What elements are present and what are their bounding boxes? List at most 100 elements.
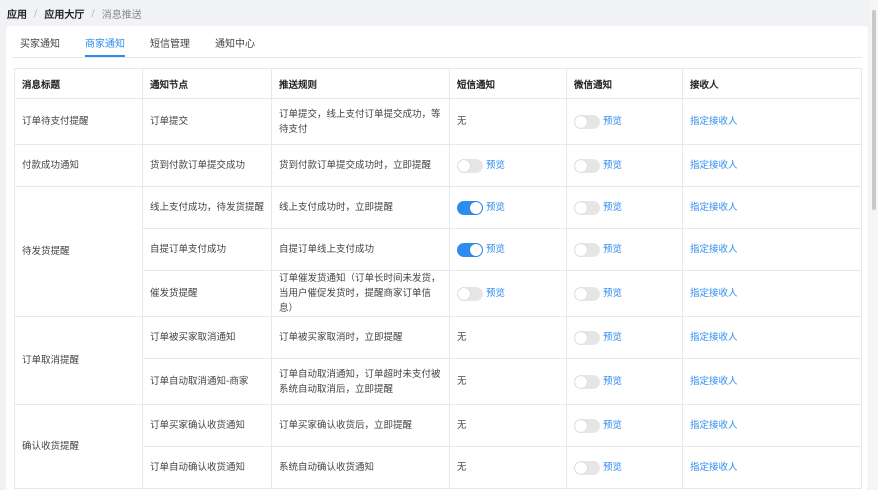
cell-push-rule: 订单自动取消通知，订单超时未支付被系统自动取消后，立即提醒 bbox=[271, 358, 450, 405]
wechat-toggle[interactable] bbox=[574, 418, 600, 433]
tab-notification-center[interactable]: 通知中心 bbox=[215, 35, 255, 57]
cell-push-rule: 自提订单线上支付成功 bbox=[271, 228, 450, 271]
wechat-preview-link[interactable]: 预览 bbox=[603, 332, 622, 343]
cell-notify-node: 订单提交 bbox=[142, 98, 272, 145]
table-row: 订单取消提醒 订单被买家取消通知 订单被买家取消时，立即提醒无预览 指定接收人 bbox=[14, 316, 862, 405]
cell-sms-notice: 无 bbox=[449, 98, 567, 145]
wechat-preview-link[interactable]: 预览 bbox=[603, 116, 622, 127]
sms-unavailable-label: 无 bbox=[457, 332, 467, 343]
tab-sms-management[interactable]: 短信管理 bbox=[150, 35, 190, 57]
cell-wechat-notice: 预览 bbox=[566, 446, 683, 489]
wechat-toggle[interactable] bbox=[574, 460, 600, 475]
wechat-preview-link[interactable]: 预览 bbox=[603, 160, 622, 171]
wechat-preview-link[interactable]: 预览 bbox=[603, 202, 622, 213]
sms-preview-link[interactable]: 预览 bbox=[486, 202, 505, 213]
main-panel: 买家通知 商家通知 短信管理 通知中心 消息标题 通知节点 推送规则 短信通知 … bbox=[6, 26, 868, 490]
table-row: 订单待支付提醒 订单提交 订单提交，线上支付订单提交成功，等待支付无 预览 指定接收人 bbox=[14, 98, 862, 145]
table-body: 订单待支付提醒 订单提交 订单提交，线上支付订单提交成功，等待支付无预览 指定接收人付… bbox=[14, 98, 862, 489]
table-row: 催发货提醒 订单催发货通知（订单长时间未发货，当用户催促发货时，提醒商家订单信息）… bbox=[15, 270, 862, 317]
breadcrumb-separator: / bbox=[34, 7, 38, 19]
cell-message-title: 确认收货提醒 bbox=[14, 404, 143, 489]
cell-notify-node: 订单买家确认收货通知 bbox=[142, 404, 272, 447]
wechat-toggle[interactable] bbox=[574, 286, 600, 301]
breadcrumb: 应用 / 应用大厅 / 消息推送 bbox=[0, 0, 878, 26]
cell-receiver: 指定接收人 bbox=[682, 144, 862, 187]
sms-preview-link[interactable]: 预览 bbox=[486, 160, 505, 171]
cell-wechat-notice: 预览 bbox=[566, 270, 683, 317]
assign-receiver-link[interactable]: 指定接收人 bbox=[690, 288, 738, 299]
wechat-toggle[interactable] bbox=[574, 114, 600, 129]
sms-unavailable-label: 无 bbox=[457, 376, 467, 387]
tab-bar: 买家通知 商家通知 短信管理 通知中心 bbox=[12, 26, 862, 58]
cell-receiver: 指定接收人 bbox=[682, 446, 862, 489]
sms-preview-link[interactable]: 预览 bbox=[486, 288, 505, 299]
cell-notify-node: 催发货提醒 bbox=[142, 270, 272, 317]
cell-receiver: 指定接收人 bbox=[682, 316, 862, 359]
cell-notify-node: 订单自动取消通知-商家 bbox=[142, 358, 272, 405]
cell-message-title: 订单取消提醒 bbox=[14, 316, 143, 405]
vertical-scrollbar[interactable] bbox=[870, 0, 878, 490]
cell-push-rule: 订单买家确认收货后，立即提醒 bbox=[271, 404, 450, 447]
cell-push-rule: 货到付款订单提交成功时，立即提醒 bbox=[271, 144, 450, 187]
header-push-rule: 推送规则 bbox=[271, 68, 450, 99]
assign-receiver-link[interactable]: 指定接收人 bbox=[690, 116, 738, 127]
tab-buyer-notice[interactable]: 买家通知 bbox=[20, 35, 60, 57]
sms-preview-link[interactable]: 预览 bbox=[486, 244, 505, 255]
cell-sms-notice: 无 bbox=[449, 358, 567, 405]
cell-push-rule: 线上支付成功时，立即提醒 bbox=[271, 186, 450, 229]
assign-receiver-link[interactable]: 指定接收人 bbox=[690, 332, 738, 343]
wechat-preview-link[interactable]: 预览 bbox=[603, 420, 622, 431]
tab-merchant-notice[interactable]: 商家通知 bbox=[85, 35, 125, 57]
assign-receiver-link[interactable]: 指定接收人 bbox=[690, 420, 738, 431]
wechat-toggle[interactable] bbox=[574, 242, 600, 257]
cell-sms-notice: 预览 bbox=[449, 144, 567, 187]
cell-message-title: 待发货提醒 bbox=[14, 186, 143, 317]
assign-receiver-link[interactable]: 指定接收人 bbox=[690, 244, 738, 255]
cell-sms-notice: 预览 bbox=[449, 228, 567, 271]
cell-sms-notice: 无 bbox=[449, 316, 567, 359]
cell-receiver: 指定接收人 bbox=[682, 358, 862, 405]
cell-push-rule: 订单催发货通知（订单长时间未发货，当用户催促发货时，提醒商家订单信息） bbox=[271, 270, 450, 317]
cell-push-rule: 订单提交，线上支付订单提交成功，等待支付 bbox=[271, 98, 450, 145]
cell-wechat-notice: 预览 bbox=[566, 144, 683, 187]
notification-table: 消息标题 通知节点 推送规则 短信通知 微信通知 接收人 订单待支付提醒 订单提交… bbox=[14, 68, 862, 489]
cell-receiver: 指定接收人 bbox=[682, 228, 862, 271]
wechat-preview-link[interactable]: 预览 bbox=[603, 462, 622, 473]
cell-receiver: 指定接收人 bbox=[682, 98, 862, 145]
cell-message-title: 订单待支付提醒 bbox=[14, 98, 143, 145]
sms-toggle[interactable] bbox=[457, 158, 483, 173]
cell-message-title: 付款成功通知 bbox=[14, 144, 143, 187]
assign-receiver-link[interactable]: 指定接收人 bbox=[690, 462, 738, 473]
cell-sms-notice: 无 bbox=[449, 446, 567, 489]
cell-notify-node: 订单自动确认收货通知 bbox=[142, 446, 272, 489]
cell-wechat-notice: 预览 bbox=[566, 358, 683, 405]
assign-receiver-link[interactable]: 指定接收人 bbox=[690, 376, 738, 387]
assign-receiver-link[interactable]: 指定接收人 bbox=[690, 160, 738, 171]
cell-sms-notice: 无 bbox=[449, 404, 567, 447]
table-header-row: 消息标题 通知节点 推送规则 短信通知 微信通知 接收人 bbox=[14, 68, 862, 99]
sms-toggle[interactable] bbox=[457, 242, 483, 257]
wechat-preview-link[interactable]: 预览 bbox=[603, 376, 622, 387]
cell-wechat-notice: 预览 bbox=[566, 228, 683, 271]
cell-notify-node: 线上支付成功，待发货提醒 bbox=[142, 186, 272, 229]
wechat-toggle[interactable] bbox=[574, 330, 600, 345]
wechat-toggle[interactable] bbox=[574, 374, 600, 389]
scrollbar-thumb[interactable] bbox=[872, 10, 876, 210]
wechat-toggle[interactable] bbox=[574, 158, 600, 173]
table-row: 自提订单支付成功 自提订单线上支付成功 预览 预览 指定接收人 bbox=[15, 228, 862, 271]
cell-wechat-notice: 预览 bbox=[566, 316, 683, 359]
cell-notify-node: 自提订单支付成功 bbox=[142, 228, 272, 271]
header-notify-node: 通知节点 bbox=[142, 68, 272, 99]
assign-receiver-link[interactable]: 指定接收人 bbox=[690, 202, 738, 213]
header-wechat-notice: 微信通知 bbox=[566, 68, 683, 99]
sms-toggle[interactable] bbox=[457, 286, 483, 301]
table-row: 订单自动取消通知-商家 订单自动取消通知，订单超时未支付被系统自动取消后，立即提醒… bbox=[15, 358, 862, 405]
wechat-preview-link[interactable]: 预览 bbox=[603, 244, 622, 255]
wechat-toggle[interactable] bbox=[574, 200, 600, 215]
breadcrumb-item-apps[interactable]: 应用 bbox=[7, 6, 27, 21]
breadcrumb-item-app-hall[interactable]: 应用大厅 bbox=[44, 6, 84, 21]
sms-unavailable-label: 无 bbox=[457, 462, 467, 473]
wechat-preview-link[interactable]: 预览 bbox=[603, 288, 622, 299]
sms-toggle[interactable] bbox=[457, 200, 483, 215]
cell-notify-node: 货到付款订单提交成功 bbox=[142, 144, 272, 187]
